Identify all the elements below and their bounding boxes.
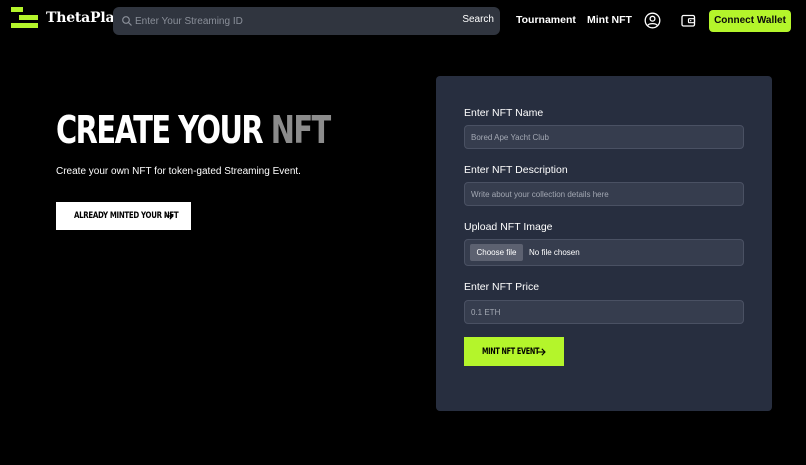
mint-nft-event-button[interactable]: MINT NFT EVENT bbox=[464, 337, 564, 366]
nft-image-upload: Choose file No file chosen bbox=[464, 239, 744, 266]
title-part-create-your: CREATE YOUR bbox=[56, 108, 264, 152]
nft-price-label: Enter NFT Price bbox=[464, 281, 540, 293]
search-input[interactable] bbox=[135, 7, 455, 35]
brand-logo[interactable]: ThetaPlay bbox=[11, 7, 122, 31]
nft-price-input[interactable] bbox=[464, 300, 744, 324]
search-button[interactable]: Search bbox=[462, 14, 494, 25]
hero-subtitle: Create your own NFT for token-gated Stre… bbox=[56, 166, 301, 177]
nft-image-label: Upload NFT Image bbox=[464, 221, 553, 233]
arrow-right-icon bbox=[536, 348, 546, 356]
logo-mark-icon bbox=[11, 7, 38, 29]
page-title: CREATE YOUR NFT bbox=[56, 106, 332, 154]
nav-mint-nft[interactable]: Mint NFT bbox=[587, 14, 632, 26]
file-status-text: No file chosen bbox=[529, 248, 580, 257]
mint-nft-form: Enter NFT Name Enter NFT Description Upl… bbox=[436, 76, 772, 411]
wallet-icon[interactable] bbox=[680, 12, 697, 29]
brand-name: ThetaPlay bbox=[46, 10, 123, 26]
nft-name-label: Enter NFT Name bbox=[464, 107, 544, 119]
choose-file-button[interactable]: Choose file bbox=[470, 244, 523, 261]
search-icon bbox=[122, 16, 132, 26]
nav-tournament[interactable]: Tournament bbox=[516, 14, 576, 26]
arrow-right-icon bbox=[164, 212, 174, 220]
mint-nft-event-label: MINT NFT EVENT bbox=[482, 347, 540, 357]
already-minted-label: ALREADY MINTED YOUR NFT bbox=[74, 211, 179, 221]
nft-description-label: Enter NFT Description bbox=[464, 164, 568, 176]
connect-wallet-button[interactable]: Connect Wallet bbox=[709, 10, 791, 32]
search-bar: Search bbox=[113, 7, 500, 35]
user-circle-icon[interactable] bbox=[644, 12, 661, 29]
nft-name-input[interactable] bbox=[464, 125, 744, 149]
already-minted-button[interactable]: ALREADY MINTED YOUR NFT bbox=[56, 202, 191, 230]
title-part-nft: NFT bbox=[270, 108, 332, 152]
nft-description-input[interactable] bbox=[464, 182, 744, 206]
top-navbar: ThetaPlay Search Tournament Mint NFT Con… bbox=[0, 0, 806, 42]
